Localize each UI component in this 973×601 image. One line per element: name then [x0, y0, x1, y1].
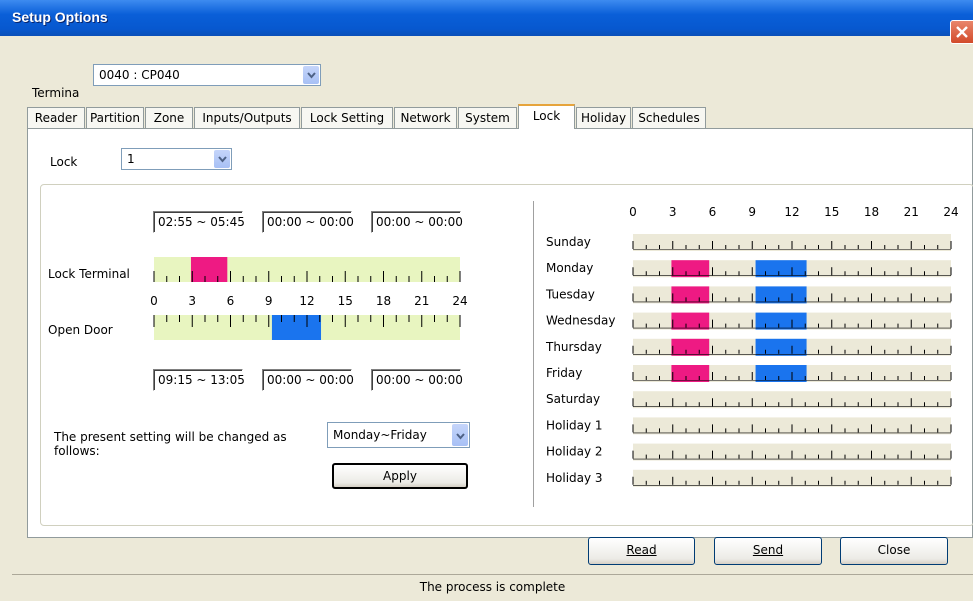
tab-reader[interactable]: Reader: [27, 107, 85, 128]
daily-timeline: 0 3 6 9 12 15 18 21 24: [150, 257, 468, 340]
chevron-down-icon: [452, 424, 468, 446]
week-hour-label: 0: [629, 205, 637, 219]
open-door-bar: [271, 315, 322, 340]
day-open-bar: [755, 260, 807, 278]
tab-zone[interactable]: Zone: [145, 107, 193, 128]
day-open-bar: [755, 286, 807, 304]
read-button[interactable]: Read: [588, 537, 695, 565]
hour-label: 21: [414, 294, 429, 308]
setup-options-window: Setup Options Termina 0040 : CP040 Reade…: [0, 0, 973, 601]
close-button[interactable]: Close: [840, 537, 948, 565]
send-button-label: Send: [752, 543, 784, 557]
lock-tab-panel: Lock 1 02:55 ~ 05:45 00:00 ~ 00:00 00:00…: [27, 128, 973, 538]
week-hour-label: 21: [904, 205, 919, 219]
lock-terminal-range-2[interactable]: 00:00 ~ 00:00: [262, 211, 354, 233]
open-door-range-2[interactable]: 00:00 ~ 00:00: [262, 369, 354, 391]
day-lock-bar: [671, 365, 710, 382]
tab-system[interactable]: System: [458, 107, 517, 128]
week-hour-label: 18: [864, 205, 879, 219]
day-open-bar: [755, 312, 807, 330]
day-open-bar: [755, 365, 807, 382]
change-note: The present setting will be changed as f…: [54, 430, 287, 458]
week-hour-label: 24: [943, 205, 958, 219]
tab-lock[interactable]: Lock: [518, 104, 575, 129]
open-door-label: Open Door: [48, 323, 113, 337]
close-button-label: Close: [877, 543, 911, 557]
day-lock-bar: [671, 338, 710, 356]
day-label: Holiday 1: [546, 418, 603, 432]
lock-terminal-label: Lock Terminal: [48, 267, 130, 281]
weekly-timeline: 0 3 6 9 12 15 18 21 24 Sunday Monday Tuesday Wednesd…: [545, 205, 959, 487]
apply-scope-value: Monday~Friday: [333, 428, 427, 442]
day-open-bar: [755, 338, 807, 356]
hour-label: 6: [227, 294, 235, 308]
hour-label: 9: [265, 294, 273, 308]
day-label: Wednesday: [546, 314, 615, 328]
hour-label: 18: [376, 294, 391, 308]
day-label: Holiday 2: [546, 445, 603, 459]
apply-scope-select[interactable]: Monday~Friday: [327, 422, 470, 448]
hour-label: 15: [338, 294, 353, 308]
title-bar: Setup Options: [0, 0, 973, 44]
tab-holiday[interactable]: Holiday: [576, 107, 631, 128]
day-lock-bar: [671, 286, 710, 304]
week-hour-label: 3: [669, 205, 677, 219]
day-label: Saturday: [546, 392, 600, 406]
day-label: Monday: [546, 261, 593, 275]
terminal-label: Termina: [32, 86, 80, 100]
status-text: The process is complete: [419, 580, 566, 594]
day-label: Thursday: [545, 340, 602, 354]
day-lock-bar: [671, 312, 710, 330]
tab-schedules[interactable]: Schedules: [632, 107, 706, 128]
day-label: Friday: [546, 366, 582, 380]
day-label: Holiday 3: [546, 471, 603, 485]
day-lock-bar: [671, 260, 710, 278]
day-label: Tuesday: [545, 287, 595, 301]
lock-value: 1: [127, 152, 135, 166]
close-icon: [956, 26, 968, 38]
tab-network[interactable]: Network: [394, 107, 457, 128]
hour-label: 24: [452, 294, 467, 308]
lock-terminal-bar: [190, 257, 228, 282]
window-title: Setup Options: [12, 9, 108, 25]
open-door-range-1[interactable]: 09:15 ~ 13:05: [153, 369, 245, 391]
week-hour-label: 6: [709, 205, 717, 219]
terminal-value: 0040 : CP040: [99, 68, 180, 82]
group-divider: [533, 201, 534, 507]
lock-label: Lock: [50, 155, 78, 169]
tab-lock-setting[interactable]: Lock Setting: [301, 107, 393, 128]
week-hour-label: 12: [784, 205, 799, 219]
status-bar: The process is complete: [12, 574, 973, 599]
chevron-down-icon: [303, 66, 319, 84]
hour-label: 3: [188, 294, 196, 308]
week-hour-label: 15: [824, 205, 839, 219]
tab-inputs-outputs[interactable]: Inputs/Outputs: [194, 107, 300, 128]
apply-button[interactable]: Apply: [332, 463, 468, 489]
day-label: Sunday: [546, 235, 591, 249]
week-hour-label: 9: [748, 205, 756, 219]
hour-label: 0: [150, 294, 158, 308]
lock-terminal-range-3[interactable]: 00:00 ~ 00:00: [371, 211, 463, 233]
window-close-button[interactable]: [950, 20, 973, 44]
send-button[interactable]: Send: [714, 537, 822, 565]
lock-select[interactable]: 1: [121, 148, 232, 170]
lock-terminal-range-1[interactable]: 02:55 ~ 05:45: [153, 211, 245, 233]
terminal-select[interactable]: 0040 : CP040: [93, 64, 321, 86]
chevron-down-icon: [214, 150, 230, 168]
tab-partition[interactable]: Partition: [86, 107, 144, 128]
read-button-label: Read: [626, 543, 657, 557]
open-door-range-3[interactable]: 00:00 ~ 00:00: [371, 369, 463, 391]
hour-label: 12: [299, 294, 314, 308]
